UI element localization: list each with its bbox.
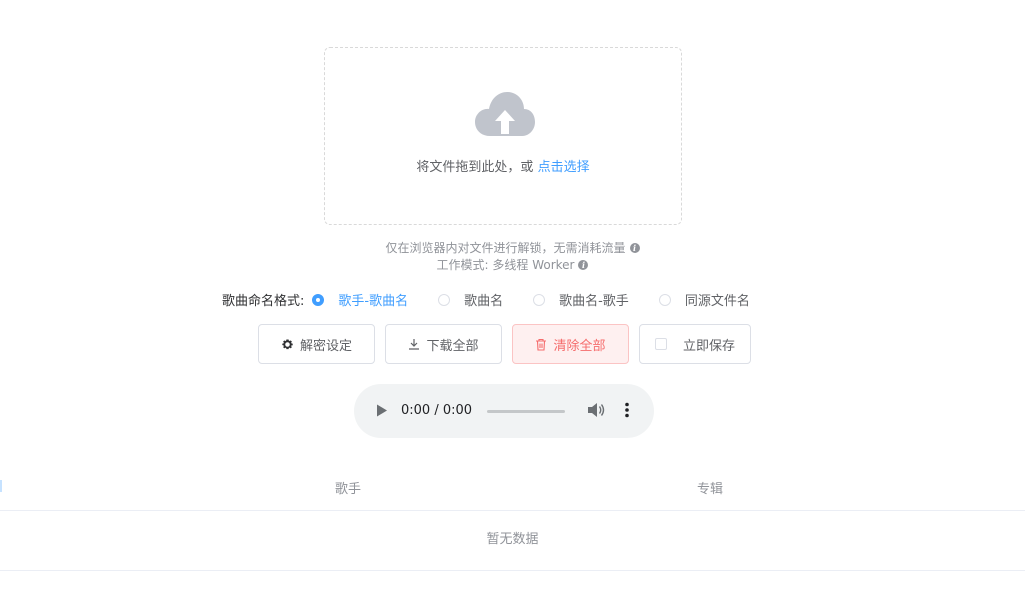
local-decrypt-hint-text: 仅在浏览器内对文件进行解锁，无需消耗流量 xyxy=(385,241,626,255)
download-icon xyxy=(408,338,420,350)
decrypt-settings-label: 解密设定 xyxy=(299,338,352,354)
download-all-label: 下载全部 xyxy=(426,338,479,354)
more-options-icon[interactable] xyxy=(625,402,629,418)
page: 将文件拖到此处，或 点击选择 仅在浏览器内对文件进行解锁，无需消耗流量 i 工作模… xyxy=(0,0,1025,609)
radio-dot[interactable] xyxy=(658,293,671,306)
radio-label: 歌曲名-歌手 xyxy=(559,294,629,309)
naming-format-group: 歌曲命名格式: 歌手-歌曲名 歌曲名 歌曲名-歌手 同源文件名 xyxy=(222,290,750,309)
radio-dot[interactable] xyxy=(312,293,325,306)
table-empty-state: 暂无数据 xyxy=(0,511,1025,571)
column-header-album[interactable]: 专辑 xyxy=(697,478,723,497)
clear-all-label: 清除全部 xyxy=(553,338,606,354)
radio-dot[interactable] xyxy=(438,293,451,306)
action-buttons: 解密设定 下载全部 清除全部 立即保存 xyxy=(258,324,751,364)
drop-text: 将文件拖到此处，或 xyxy=(416,160,534,175)
radio-label: 同源文件名 xyxy=(684,294,750,309)
naming-format-label: 歌曲命名格式: xyxy=(222,294,305,309)
cloud-upload-icon xyxy=(475,92,535,136)
work-mode-hint: 工作模式: 多线程 Worker i xyxy=(0,256,1025,273)
clear-all-button[interactable]: 清除全部 xyxy=(512,324,629,364)
save-now-checkbox[interactable] xyxy=(654,338,667,350)
radio-same-filename[interactable]: 同源文件名 xyxy=(658,290,750,309)
radio-dot[interactable] xyxy=(533,293,546,306)
radio-label: 歌手-歌曲名 xyxy=(338,294,409,309)
select-file-link[interactable]: 点击选择 xyxy=(538,160,590,175)
seek-bar[interactable] xyxy=(487,410,565,413)
trash-icon xyxy=(535,338,547,351)
download-all-button[interactable]: 下载全部 xyxy=(385,324,502,364)
local-decrypt-hint: 仅在浏览器内对文件进行解锁，无需消耗流量 i xyxy=(0,239,1025,256)
decrypt-settings-button[interactable]: 解密设定 xyxy=(258,324,375,364)
radio-label: 歌曲名 xyxy=(464,294,504,309)
column-resize-edge xyxy=(0,480,2,492)
radio-title[interactable]: 歌曲名 xyxy=(438,290,503,309)
playback-time: 0:00 / 0:00 xyxy=(401,403,473,418)
radio-artist-title[interactable]: 歌手-歌曲名 xyxy=(312,290,408,309)
work-mode-hint-text: 工作模式: 多线程 Worker xyxy=(436,258,575,272)
radio-title-artist[interactable]: 歌曲名-歌手 xyxy=(533,290,629,309)
table-header: 歌手 专辑 xyxy=(0,463,1025,511)
save-now-label: 立即保存 xyxy=(682,338,735,354)
drop-instruction: 将文件拖到此处，或 点击选择 xyxy=(325,156,681,175)
upload-dropzone[interactable]: 将文件拖到此处，或 点击选择 xyxy=(324,47,682,225)
save-now-toggle[interactable]: 立即保存 xyxy=(639,324,751,364)
column-header-artist[interactable]: 歌手 xyxy=(335,478,361,497)
gear-icon xyxy=(281,338,294,351)
play-icon[interactable] xyxy=(376,404,388,417)
info-icon[interactable]: i xyxy=(629,242,640,253)
info-icon[interactable]: i xyxy=(578,259,589,270)
volume-icon[interactable] xyxy=(587,402,605,418)
audio-player[interactable]: 0:00 / 0:00 xyxy=(354,384,654,438)
